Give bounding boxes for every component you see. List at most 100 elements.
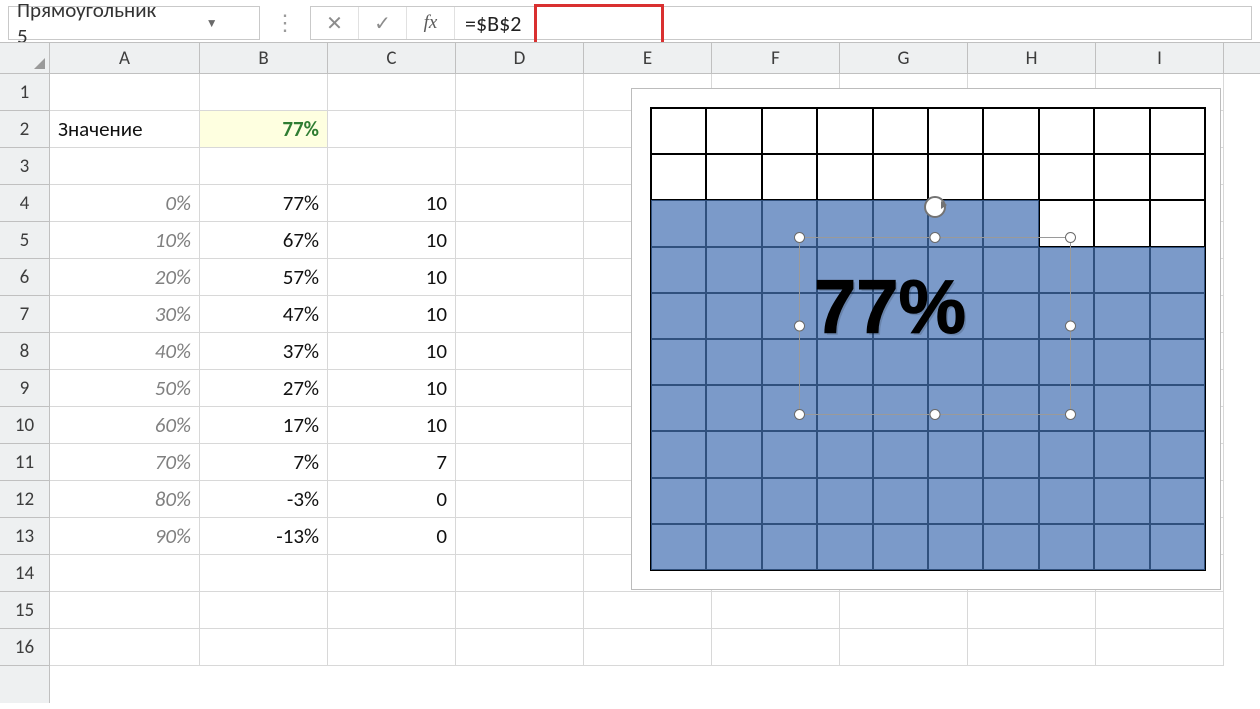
column-header[interactable]: F — [712, 43, 840, 73]
cell[interactable] — [1096, 629, 1224, 666]
cell[interactable]: 0 — [328, 518, 456, 555]
cell[interactable] — [456, 555, 584, 592]
row-header[interactable]: 13 — [0, 518, 49, 555]
cell[interactable] — [968, 592, 1096, 629]
row-header[interactable]: 15 — [0, 592, 49, 629]
row-header[interactable]: 5 — [0, 222, 49, 259]
worksheet[interactable]: ABCDEFGHI 12345678910111213141516 Значен… — [0, 42, 1260, 703]
row-header[interactable]: 6 — [0, 259, 49, 296]
cell[interactable] — [712, 629, 840, 666]
cell[interactable]: -3% — [200, 481, 328, 518]
cell[interactable] — [200, 74, 328, 111]
column-header[interactable]: G — [840, 43, 968, 73]
formula-input[interactable]: =$B$2 — [455, 10, 1251, 37]
cell[interactable] — [328, 111, 456, 148]
cell[interactable]: 67% — [200, 222, 328, 259]
cell[interactable]: 30% — [50, 296, 200, 333]
cell[interactable] — [50, 592, 200, 629]
row-header[interactable]: 3 — [0, 148, 49, 185]
row-header[interactable]: 8 — [0, 333, 49, 370]
cell[interactable]: 20% — [50, 259, 200, 296]
cell[interactable] — [840, 592, 968, 629]
cell[interactable]: 10 — [328, 370, 456, 407]
cell[interactable] — [1096, 592, 1224, 629]
cell[interactable]: 10 — [328, 296, 456, 333]
cell[interactable]: 37% — [200, 333, 328, 370]
row-header[interactable]: 12 — [0, 481, 49, 518]
column-header[interactable]: C — [328, 43, 456, 73]
cell[interactable]: 0% — [50, 185, 200, 222]
cell[interactable] — [456, 481, 584, 518]
cell[interactable]: 60% — [50, 407, 200, 444]
cell[interactable] — [456, 296, 584, 333]
cell[interactable]: 0 — [328, 481, 456, 518]
cell[interactable] — [712, 592, 840, 629]
cell[interactable] — [456, 333, 584, 370]
cell[interactable] — [456, 222, 584, 259]
embedded-chart[interactable]: 77% — [631, 88, 1221, 590]
cell[interactable]: 7% — [200, 444, 328, 481]
row-header[interactable]: 4 — [0, 185, 49, 222]
cell[interactable]: 10% — [50, 222, 200, 259]
cell[interactable]: 10 — [328, 407, 456, 444]
cell[interactable]: 17% — [200, 407, 328, 444]
cell[interactable] — [456, 148, 584, 185]
row-header[interactable]: 16 — [0, 629, 49, 666]
cell[interactable]: Значение — [50, 111, 200, 148]
cell[interactable] — [328, 592, 456, 629]
cell[interactable] — [200, 629, 328, 666]
row-header[interactable]: 1 — [0, 74, 49, 111]
cell[interactable]: 80% — [50, 481, 200, 518]
cell[interactable] — [456, 629, 584, 666]
column-header[interactable]: H — [968, 43, 1096, 73]
cell[interactable] — [968, 629, 1096, 666]
cell[interactable] — [456, 370, 584, 407]
cell[interactable]: 27% — [200, 370, 328, 407]
cell[interactable] — [456, 518, 584, 555]
name-box-dropdown-icon[interactable]: ▼ — [156, 16, 259, 31]
cell[interactable]: 70% — [50, 444, 200, 481]
cell[interactable] — [328, 74, 456, 111]
cell[interactable] — [50, 555, 200, 592]
name-box[interactable]: Прямоугольник 5 ▼ — [8, 6, 260, 40]
cell[interactable] — [456, 185, 584, 222]
row-header[interactable]: 10 — [0, 407, 49, 444]
cell[interactable] — [328, 555, 456, 592]
cell[interactable]: -13% — [200, 518, 328, 555]
cell[interactable]: 57% — [200, 259, 328, 296]
column-header[interactable]: I — [1096, 43, 1224, 73]
cell[interactable]: 40% — [50, 333, 200, 370]
cell[interactable]: 47% — [200, 296, 328, 333]
column-header[interactable]: D — [456, 43, 584, 73]
cell[interactable] — [50, 148, 200, 185]
cell[interactable] — [840, 629, 968, 666]
cell[interactable]: 10 — [328, 185, 456, 222]
confirm-formula-button[interactable]: ✓ — [359, 7, 407, 39]
row-header[interactable]: 7 — [0, 296, 49, 333]
column-header[interactable]: A — [50, 43, 200, 73]
cell[interactable] — [456, 444, 584, 481]
cell[interactable]: 10 — [328, 259, 456, 296]
cell[interactable] — [456, 407, 584, 444]
cell[interactable]: 77% — [200, 111, 328, 148]
cell[interactable] — [456, 74, 584, 111]
cell[interactable] — [584, 629, 712, 666]
cell[interactable] — [328, 148, 456, 185]
cell[interactable]: 50% — [50, 370, 200, 407]
cell[interactable] — [200, 555, 328, 592]
cell[interactable] — [50, 74, 200, 111]
cell[interactable] — [456, 259, 584, 296]
cell[interactable]: 77% — [200, 185, 328, 222]
cell[interactable] — [456, 111, 584, 148]
cancel-formula-button[interactable]: ✕ — [311, 7, 359, 39]
cell[interactable] — [200, 592, 328, 629]
cell[interactable]: 10 — [328, 222, 456, 259]
row-header[interactable]: 9 — [0, 370, 49, 407]
column-header[interactable]: E — [584, 43, 712, 73]
row-header[interactable]: 11 — [0, 444, 49, 481]
cell[interactable] — [50, 629, 200, 666]
cell[interactable]: 10 — [328, 333, 456, 370]
cell[interactable]: 90% — [50, 518, 200, 555]
fx-icon[interactable]: fx — [407, 7, 455, 39]
row-header[interactable]: 14 — [0, 555, 49, 592]
